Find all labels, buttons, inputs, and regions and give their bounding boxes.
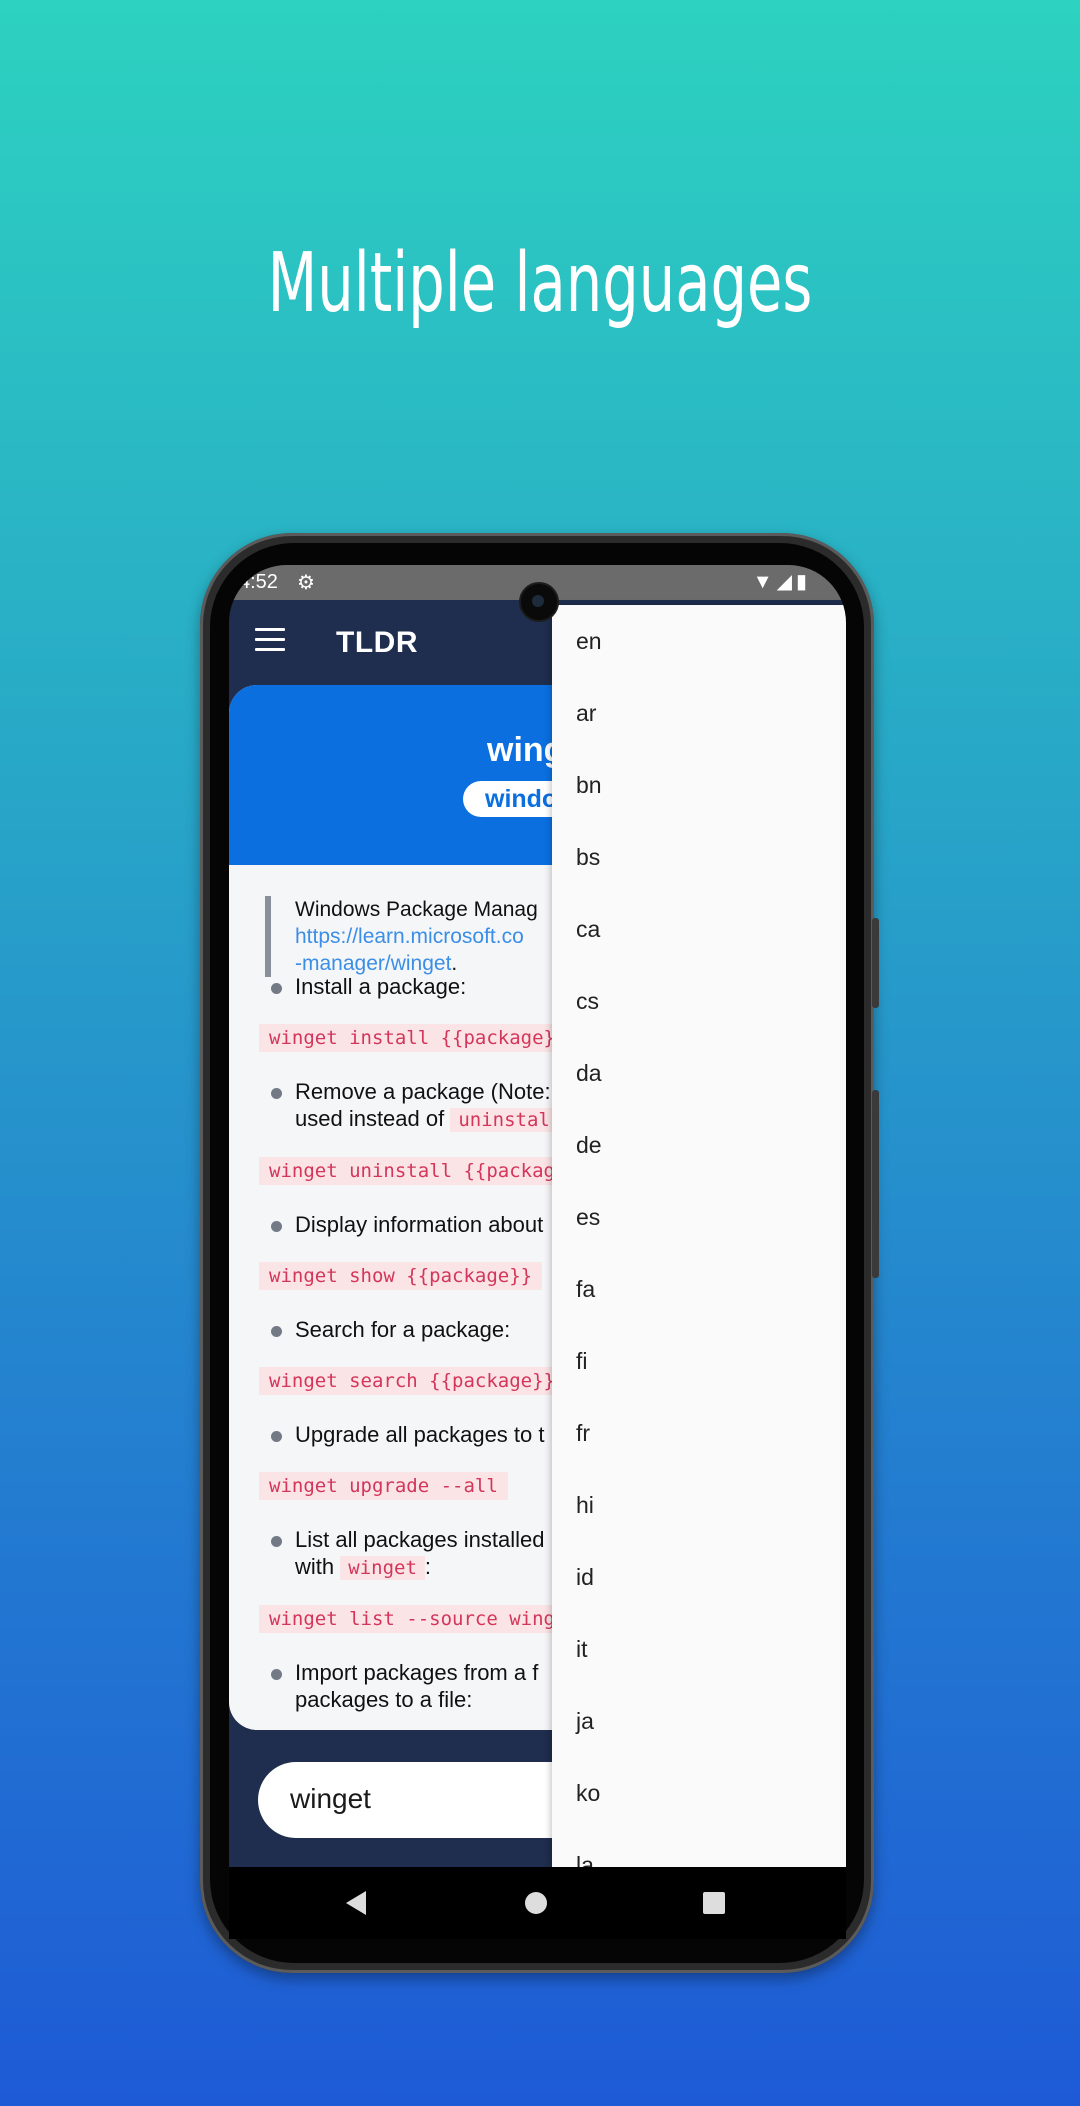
bullet bbox=[271, 1536, 282, 1547]
language-option[interactable]: de bbox=[552, 1109, 846, 1181]
language-option[interactable]: fa bbox=[552, 1253, 846, 1325]
example-code[interactable]: winget search {{package}} bbox=[259, 1367, 565, 1395]
signal-icon: ◢ bbox=[776, 571, 796, 593]
example-description-line2: used instead of bbox=[295, 1106, 445, 1131]
phone-volume-button bbox=[872, 1090, 879, 1278]
bullet bbox=[271, 1221, 282, 1232]
navigation-bar bbox=[229, 1867, 846, 1939]
language-option[interactable]: ko bbox=[552, 1757, 846, 1829]
inline-code: uninstal bbox=[450, 1108, 558, 1132]
language-option[interactable]: hi bbox=[552, 1469, 846, 1541]
inline-code: winget bbox=[340, 1556, 425, 1580]
recents-icon[interactable] bbox=[703, 1892, 725, 1914]
wifi-icon: ▼ bbox=[752, 571, 777, 593]
status-icons: ▼◢▮ bbox=[753, 569, 811, 594]
language-option[interactable]: fi bbox=[552, 1325, 846, 1397]
status-time: 4:52 bbox=[239, 571, 278, 593]
link-period: . bbox=[451, 952, 458, 975]
phone-screen: 4:52 ⚙ ▼◢▮ TLDR wing windo Windows Packa… bbox=[229, 565, 846, 1867]
bullet bbox=[271, 1088, 282, 1099]
language-option[interactable]: ja bbox=[552, 1685, 846, 1757]
language-option[interactable]: cs bbox=[552, 965, 846, 1037]
language-option[interactable]: fr bbox=[552, 1397, 846, 1469]
example-code[interactable]: winget uninstall {{package bbox=[259, 1157, 577, 1185]
phone-side-button bbox=[872, 918, 879, 1008]
docs-link-continued[interactable]: -manager/winget bbox=[295, 952, 451, 975]
language-option[interactable]: bs bbox=[552, 821, 846, 893]
home-icon[interactable] bbox=[525, 1892, 547, 1914]
language-option[interactable]: bn bbox=[552, 749, 846, 821]
language-option[interactable]: id bbox=[552, 1541, 846, 1613]
example-code[interactable]: winget show {{package}} bbox=[259, 1262, 543, 1290]
language-option[interactable]: es bbox=[552, 1181, 846, 1253]
battery-icon: ▮ bbox=[795, 571, 811, 593]
app-title: TLDR bbox=[336, 626, 418, 659]
language-option[interactable]: da bbox=[552, 1037, 846, 1109]
headline: Multiple languages bbox=[267, 236, 813, 331]
language-option[interactable]: ca bbox=[552, 893, 846, 965]
language-dropdown: en ar bn bs ca cs da de es fa fi fr hi i… bbox=[552, 605, 846, 1867]
example-description-suffix: : bbox=[424, 1554, 432, 1579]
example-description-line2: with bbox=[295, 1554, 335, 1579]
front-camera bbox=[519, 582, 559, 622]
bullet bbox=[271, 1669, 282, 1680]
bullet bbox=[271, 1431, 282, 1442]
language-option[interactable]: en bbox=[552, 605, 846, 677]
example-code[interactable]: winget install {{package}} bbox=[259, 1024, 577, 1052]
bullet bbox=[271, 1326, 282, 1337]
language-option[interactable]: la bbox=[552, 1829, 846, 1867]
example-code[interactable]: winget upgrade --all bbox=[259, 1472, 508, 1500]
gear-icon: ⚙ bbox=[297, 572, 315, 594]
back-icon[interactable] bbox=[346, 1891, 366, 1915]
language-option[interactable]: it bbox=[552, 1613, 846, 1685]
language-option[interactable]: ar bbox=[552, 677, 846, 749]
menu-icon[interactable] bbox=[255, 628, 285, 652]
bullet bbox=[271, 983, 282, 994]
example-code[interactable]: winget list --source winge bbox=[259, 1605, 577, 1633]
